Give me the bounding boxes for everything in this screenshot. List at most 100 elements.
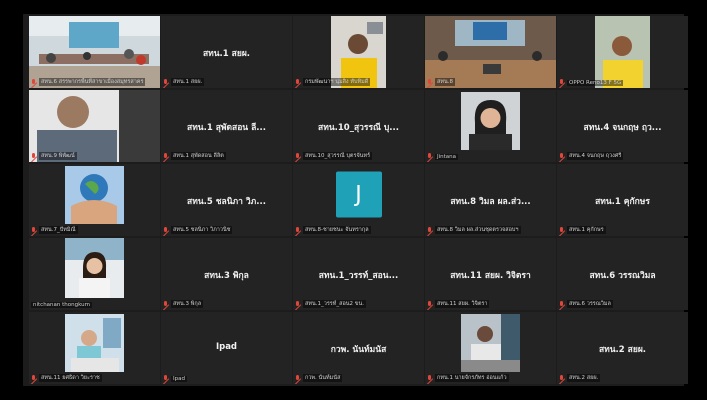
participant-label-text: สทน.6 วรรณวิมล xyxy=(567,300,613,308)
participant-label: สทน.9 พิพัฒน์ xyxy=(31,152,77,160)
participant-video xyxy=(461,92,520,150)
participant-tile[interactable]: สทน.4 จนกฤษ ฤว... สทน.4 จนกฤษ ฤวงศรี xyxy=(557,90,688,162)
participant-label-text: สทน.8 xyxy=(435,78,455,86)
participant-avatar: J xyxy=(335,171,382,218)
mic-muted-icon xyxy=(163,300,169,308)
participant-tile[interactable]: สทน.6 สรรพากรพื้นที่สาขาเมืองสมุทรสาคร xyxy=(29,16,160,88)
participant-label: สทน.8 xyxy=(427,78,455,86)
participant-label: สทน.1_วรรท์_สอน2 ขน. xyxy=(295,300,367,308)
participant-tile[interactable]: สทน.1 สยผ. สทน.1 สยผ. xyxy=(161,16,292,88)
participant-label: สทน.5 ชลนิภา วิภาวนิช xyxy=(163,226,233,234)
participant-label: สทน.11 สยผ. วิจิตรา xyxy=(427,300,490,308)
participant-label-text: สทน.3 พิกุล xyxy=(171,300,204,308)
mic-muted-icon xyxy=(295,152,301,160)
participant-label: กรมพัฒนาฯ นุ่มสิ่ง ทับทิมดี xyxy=(295,78,371,86)
participant-tile[interactable]: สทน.11 ยศธิดา วิยะราช xyxy=(29,312,160,384)
mic-muted-icon xyxy=(163,375,169,382)
mic-muted-icon xyxy=(427,374,433,382)
participant-tile[interactable]: สทน.5 ชลนิภา วิภ... สทน.5 ชลนิภา วิภาวนิ… xyxy=(161,164,292,236)
participant-label-text: สทน.9 พิพัฒน์ xyxy=(39,152,77,160)
participant-tile[interactable]: กทน.1 นายจักรภัทร อ่อนแก้ว xyxy=(425,312,556,384)
mic-muted-icon xyxy=(163,152,169,160)
participant-tile[interactable]: Ipad Ipad xyxy=(161,312,292,384)
participant-tile[interactable]: สทน.1 คุกักษร สทน.1 คุกักษร xyxy=(557,164,688,236)
participant-grid: สทน.6 สรรพากรพื้นที่สาขาเมืองสมุทรสาคร ส… xyxy=(29,16,688,384)
participant-tile[interactable]: สทน.10_สุวรรณี บุ... สทน.10_สุวรรณี บุตร… xyxy=(293,90,424,162)
participant-label-text: OPPO Reno13 F 5G xyxy=(567,79,624,86)
mic-muted-icon xyxy=(295,226,301,234)
participant-label: สทน.4 จนกฤษ ฤวงศรี xyxy=(559,152,624,160)
participant-label-text: สทน.6 สรรพากรพื้นที่สาขาเมืองสมุทรสาคร xyxy=(39,78,146,86)
participant-name: สทน.8 วิมล ผล.ส่ว... xyxy=(450,197,531,207)
participant-label-text: กทน.1 นายจักรภัทร อ่อนแก้ว xyxy=(435,374,509,382)
participant-label-text: สทน.7_ปัทมิณี xyxy=(39,226,78,234)
participant-tile[interactable]: สทน.9 พิพัฒน์ xyxy=(29,90,160,162)
participant-tile[interactable]: กรมพัฒนาฯ นุ่มสิ่ง ทับทิมดี xyxy=(293,16,424,88)
mic-muted-icon xyxy=(295,300,301,308)
participant-name: สทน.5 ชลนิภา วิภ... xyxy=(187,197,266,207)
participant-label-text: สทน.1 สยผ. xyxy=(171,78,205,86)
participant-tile[interactable]: สทน.3 พิกุล สทน.3 พิกุล xyxy=(161,238,292,310)
participant-label-text: Jintana xyxy=(435,153,459,160)
participant-name: สทน.1_วรรท์_สอน... xyxy=(318,271,399,281)
participant-tile[interactable]: สทน.6 วรรณวิมล สทน.6 วรรณวิมล xyxy=(557,238,688,310)
participant-label-text: nitchanan thongkum xyxy=(31,302,92,308)
mic-muted-icon xyxy=(427,226,433,234)
participant-tile[interactable]: nitchanan thongkum xyxy=(29,238,160,310)
participant-label: สทน.3 พิกุล xyxy=(163,300,204,308)
participant-name: สทน.6 วรรณวิมล xyxy=(589,271,656,281)
participant-video xyxy=(595,16,650,88)
participant-label-text: สทน.1_วรรท์_สอน2 ขน. xyxy=(303,300,367,308)
participant-label: สทน.8-ชายชนะ จันทรากุล xyxy=(295,226,371,234)
mic-muted-icon xyxy=(559,300,565,308)
mic-muted-icon xyxy=(427,153,433,160)
participant-video xyxy=(65,166,124,224)
participant-label: สทน.1 สยผ. xyxy=(163,78,205,86)
participant-name: สทน.1 คุกักษร xyxy=(595,197,650,207)
participant-tile[interactable]: สทน.8 วิมล ผล.ส่ว... สทน.8 วิมล ผล.ส่วนช… xyxy=(425,164,556,236)
participant-label-text: สทน.1 สุพัดสอน ลีลิต xyxy=(171,152,226,160)
mic-muted-icon xyxy=(31,78,37,86)
participant-label: nitchanan thongkum xyxy=(31,302,92,308)
participant-label: กวพ. นันท์มนัส xyxy=(295,374,343,382)
participant-tile[interactable]: สทน.11 สยผ. วิจิตรา สทน.11 สยผ. วิจิตรา xyxy=(425,238,556,310)
participant-label: สทน.2 สยผ. xyxy=(559,374,601,382)
participant-label: สทน.6 วรรณวิมล xyxy=(559,300,613,308)
participant-video xyxy=(461,314,520,372)
participant-tile[interactable]: J สทน.8-ชายชนะ จันทรากุล xyxy=(293,164,424,236)
participant-tile[interactable]: สทน.2 สยผ. สทน.2 สยผ. xyxy=(557,312,688,384)
participant-label: สทน.1 คุกักษร xyxy=(559,226,606,234)
participant-name: สทน.4 จนกฤษ ฤว... xyxy=(583,123,662,133)
participant-label-text: สทน.11 ยศธิดา วิยะราช xyxy=(39,374,102,382)
mic-muted-icon xyxy=(163,78,169,86)
mic-muted-icon xyxy=(559,79,565,86)
participant-tile[interactable]: Jintana xyxy=(425,90,556,162)
participant-name: สทน.3 พิกุล xyxy=(204,271,249,281)
participant-name: สทน.11 สยผ. วิจิตรา xyxy=(450,271,531,281)
participant-label: Jintana xyxy=(427,153,459,160)
participant-label: สทน.1 สุพัดสอน ลีลิต xyxy=(163,152,226,160)
participant-name: Ipad xyxy=(215,342,238,352)
participant-name: สทน.1 สยผ. xyxy=(202,49,251,59)
participant-label: Ipad xyxy=(163,375,187,382)
participant-tile[interactable]: สทน.7_ปัทมิณี xyxy=(29,164,160,236)
mic-muted-icon xyxy=(31,152,37,160)
participant-label-text: สทน.4 จนกฤษ ฤวงศรี xyxy=(567,152,624,160)
participant-label: สทน.7_ปัทมิณี xyxy=(31,226,78,234)
video-gallery: สทน.6 สรรพากรพื้นที่สาขาเมืองสมุทรสาคร ส… xyxy=(23,14,688,386)
mic-muted-icon xyxy=(31,226,37,234)
participant-tile[interactable]: OPPO Reno13 F 5G xyxy=(557,16,688,88)
mic-muted-icon xyxy=(427,300,433,308)
participant-label-text: สทน.8-ชายชนะ จันทรากุล xyxy=(303,226,371,234)
mic-muted-icon xyxy=(163,226,169,234)
participant-label-text: สทน.11 สยผ. วิจิตรา xyxy=(435,300,490,308)
participant-name: สทน.1 สุพัดสอน ลี... xyxy=(187,123,266,133)
mic-muted-icon xyxy=(559,152,565,160)
participant-tile[interactable]: กวพ. นันท์มนัส กวพ. นันท์มนัส xyxy=(293,312,424,384)
participant-tile[interactable]: สทน.1 สุพัดสอน ลี... สทน.1 สุพัดสอน ลีลิ… xyxy=(161,90,292,162)
mic-muted-icon xyxy=(295,78,301,86)
participant-label-text: Ipad xyxy=(171,375,187,382)
participant-tile[interactable]: สทน.1_วรรท์_สอน... สทน.1_วรรท์_สอน2 ขน. xyxy=(293,238,424,310)
participant-tile[interactable]: สทน.8 xyxy=(425,16,556,88)
participant-name: สทน.2 สยผ. xyxy=(598,345,647,355)
